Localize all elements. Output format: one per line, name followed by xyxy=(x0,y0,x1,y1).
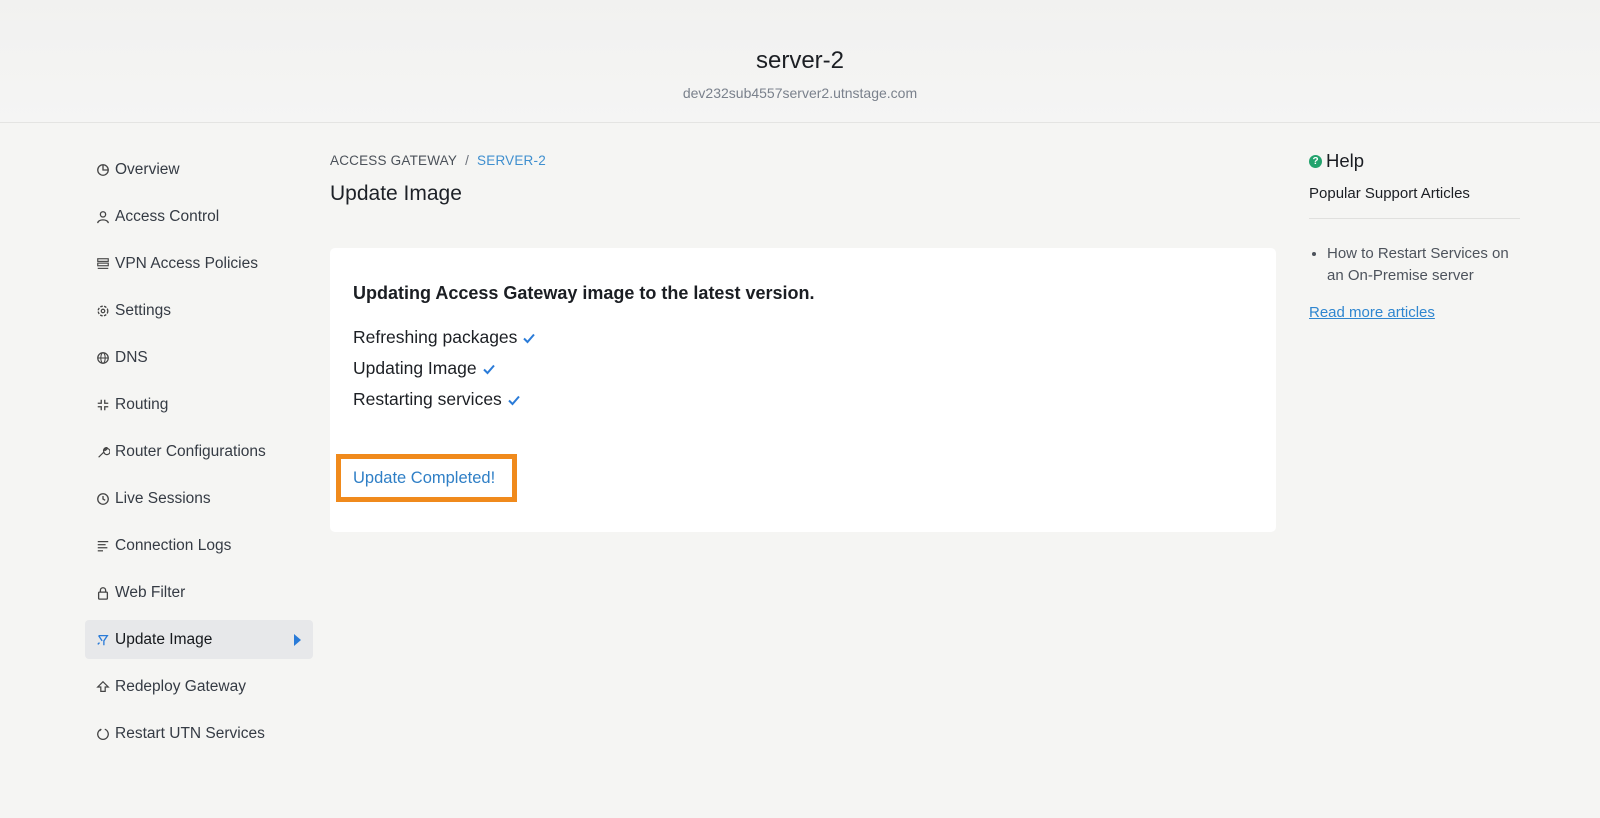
page-header: server-2 dev232sub4557server2.utnstage.c… xyxy=(0,0,1600,123)
help-title-row: ? Help xyxy=(1309,150,1520,172)
help-article-list: How to Restart Services on an On-Premise… xyxy=(1309,243,1520,287)
step-label: Updating Image xyxy=(353,358,477,378)
sidebar-item-label: Live Sessions xyxy=(115,489,211,507)
sidebar-item-label: Access Control xyxy=(115,207,220,225)
update-icon xyxy=(95,632,111,648)
list-icon xyxy=(95,256,111,272)
breadcrumb: ACCESS GATEWAY / SERVER-2 xyxy=(330,153,546,168)
sidebar-item-label: Overview xyxy=(115,160,180,178)
help-subtitle: Popular Support Articles xyxy=(1309,185,1470,202)
sidebar-item-label: Settings xyxy=(115,301,172,319)
help-article-link[interactable]: How to Restart Services on an On-Premise… xyxy=(1327,243,1520,287)
help-question-icon: ? xyxy=(1309,154,1322,168)
sidebar-item-live-sessions[interactable]: Live Sessions xyxy=(85,479,313,518)
routing-icon xyxy=(95,397,111,413)
restart-icon xyxy=(95,726,111,742)
sidebar-item-dns[interactable]: DNS xyxy=(85,338,313,377)
breadcrumb-parent[interactable]: ACCESS GATEWAY xyxy=(330,153,457,168)
sidebar-item-vpn-access-policies[interactable]: VPN Access Policies xyxy=(85,244,313,283)
update-heading: Updating Access Gateway image to the lat… xyxy=(353,283,815,303)
sidebar-item-label: Router Configurations xyxy=(115,442,266,460)
server-hostname: dev232sub4557server2.utnstage.com xyxy=(682,85,918,101)
gear-icon xyxy=(95,303,111,319)
sidebar-item-access-control[interactable]: Access Control xyxy=(85,197,313,236)
redeploy-icon xyxy=(95,679,111,695)
help-panel: ? Help Popular Support Articles How to R… xyxy=(1309,150,1520,322)
sidebar-item-redeploy-gateway[interactable]: Redeploy Gateway xyxy=(85,667,313,706)
step-label: Restarting services xyxy=(353,389,502,409)
sidebar-item-web-filter[interactable]: Web Filter xyxy=(85,573,313,612)
step-item: Restarting services xyxy=(353,389,521,410)
lock-icon xyxy=(95,585,111,601)
update-completed-status: Update Completed! xyxy=(336,454,517,502)
sidebar-item-label: VPN Access Policies xyxy=(115,254,258,272)
sidebar-nav: Overview Access Control VPN Access Polic… xyxy=(85,150,313,761)
server-title: server-2 xyxy=(755,47,845,74)
checkmark-icon xyxy=(482,362,496,376)
sidebar-item-router-configurations[interactable]: Router Configurations xyxy=(85,432,313,471)
active-caret-icon xyxy=(294,634,301,646)
sidebar-item-label: Restart UTN Services xyxy=(115,724,265,742)
sidebar-item-label: Update Image xyxy=(115,630,213,648)
help-divider xyxy=(1309,218,1520,219)
step-item: Updating Image xyxy=(353,358,496,379)
breadcrumb-current[interactable]: SERVER-2 xyxy=(477,153,546,168)
checkmark-icon xyxy=(507,393,521,407)
globe-icon xyxy=(95,350,111,366)
sidebar-item-label: Redeploy Gateway xyxy=(115,677,246,695)
user-icon xyxy=(95,209,111,225)
sidebar-item-settings[interactable]: Settings xyxy=(85,291,313,330)
sidebar-item-update-image[interactable]: Update Image xyxy=(85,620,313,659)
sidebar-item-routing[interactable]: Routing xyxy=(85,385,313,424)
sidebar-item-overview[interactable]: Overview xyxy=(85,150,313,189)
checkmark-icon xyxy=(522,331,536,345)
sidebar-item-label: Routing xyxy=(115,395,169,413)
update-card: Updating Access Gateway image to the lat… xyxy=(330,248,1276,532)
breadcrumb-separator: / xyxy=(465,153,470,168)
sidebar-item-restart-utn-services[interactable]: Restart UTN Services xyxy=(85,714,313,753)
clock-icon xyxy=(95,491,111,507)
sidebar-item-label: Web Filter xyxy=(115,583,186,601)
page-title: Update Image xyxy=(330,182,462,205)
sidebar-item-connection-logs[interactable]: Connection Logs xyxy=(85,526,313,565)
step-label: Refreshing packages xyxy=(353,327,518,347)
sidebar-item-label: Connection Logs xyxy=(115,536,232,554)
help-title: Help xyxy=(1326,150,1365,171)
wrench-icon xyxy=(95,444,111,460)
lines-icon xyxy=(95,538,111,554)
pie-chart-icon xyxy=(95,162,111,178)
sidebar-item-label: DNS xyxy=(115,348,148,366)
read-more-articles-link[interactable]: Read more articles xyxy=(1309,304,1435,321)
step-item: Refreshing packages xyxy=(353,327,536,348)
